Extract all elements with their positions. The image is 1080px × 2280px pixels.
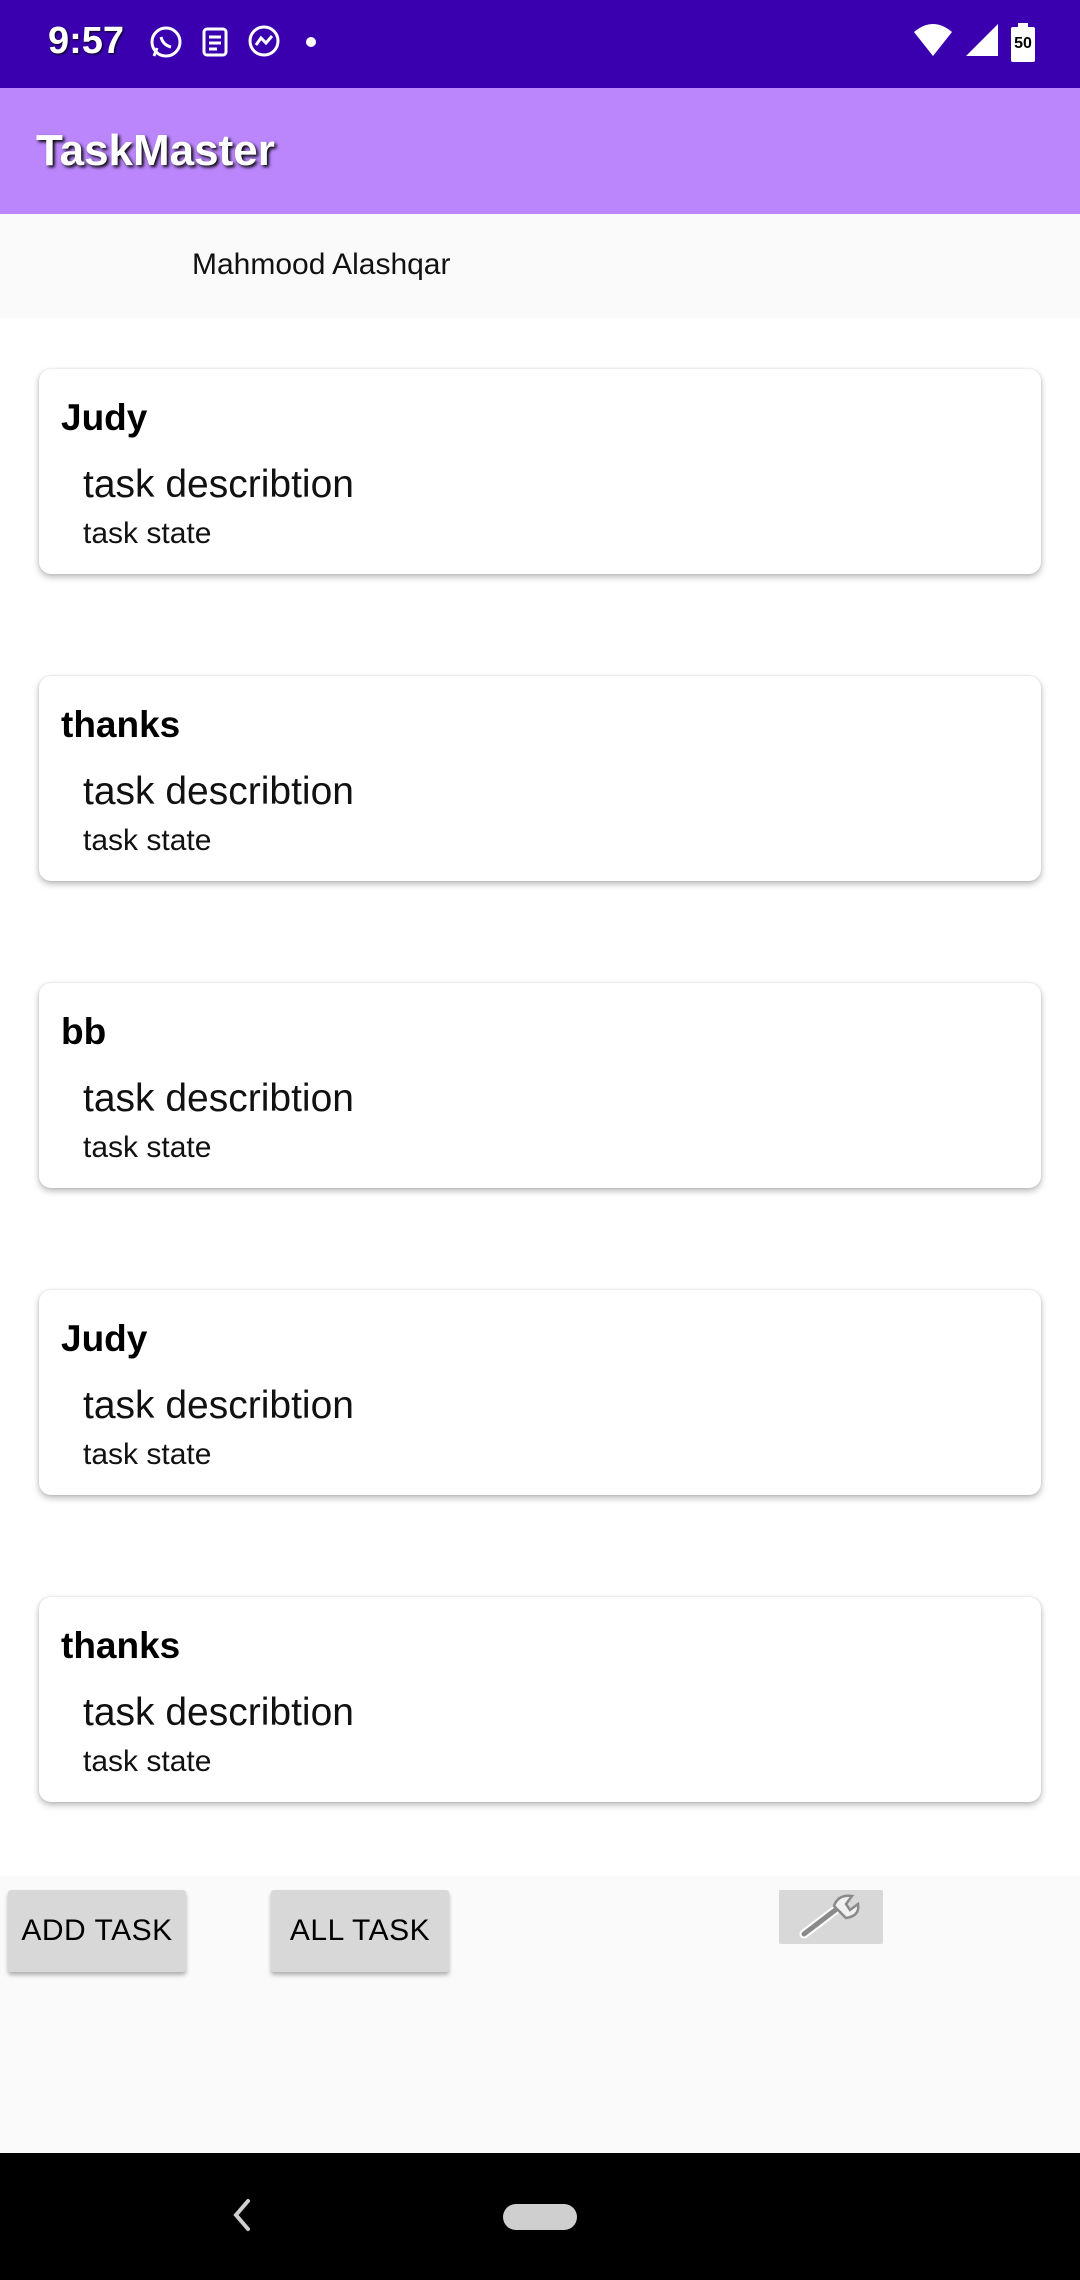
back-icon[interactable] <box>228 2195 254 2240</box>
task-state: task state <box>83 1745 212 1778</box>
system-icons: 50 <box>912 22 1036 63</box>
task-state: task state <box>83 517 212 550</box>
user-strip: Mahmood Alashqar <box>0 214 1080 318</box>
home-pill-icon[interactable] <box>503 2204 577 2230</box>
dot-icon <box>296 27 326 62</box>
app-bar: TaskMaster <box>0 88 1080 214</box>
wrench-icon <box>798 1892 864 1943</box>
task-title: thanks <box>61 704 181 745</box>
all-task-button[interactable]: ALL TASK <box>271 1890 449 1972</box>
task-card[interactable]: thanks task describtion task state <box>39 1597 1041 1802</box>
task-description: task describtion <box>83 1384 354 1427</box>
navigation-bar <box>0 2153 1080 2280</box>
bottom-actions: ADD TASK ALL TASK <box>0 1876 1080 2153</box>
task-title: bb <box>61 1011 107 1052</box>
settings-button[interactable] <box>779 1890 883 1944</box>
signal-icon <box>964 22 1000 63</box>
app-title: TaskMaster <box>36 126 275 175</box>
messenger-icon <box>246 24 282 65</box>
task-card[interactable]: thanks task describtion task state <box>39 676 1041 881</box>
news-icon <box>198 25 232 64</box>
task-state: task state <box>83 1131 212 1164</box>
task-description: task describtion <box>83 1077 354 1120</box>
notification-icons <box>148 24 326 65</box>
status-bar: 9:57 50 <box>0 0 1080 88</box>
add-task-button[interactable]: ADD TASK <box>8 1890 186 1972</box>
task-title: thanks <box>61 1625 181 1666</box>
task-description: task describtion <box>83 463 354 506</box>
whatsapp-icon <box>148 24 184 65</box>
task-card[interactable]: bb task describtion task state <box>39 983 1041 1188</box>
task-state: task state <box>83 1438 212 1471</box>
task-description: task describtion <box>83 1691 354 1734</box>
task-card[interactable]: Judy task describtion task state <box>39 1290 1041 1495</box>
battery-icon: 50 <box>1010 22 1036 63</box>
task-card[interactable]: Judy task describtion task state <box>39 369 1041 574</box>
status-time: 9:57 <box>48 20 125 62</box>
battery-level: 50 <box>1014 34 1032 52</box>
user-name: Mahmood Alashqar <box>192 248 451 281</box>
task-title: Judy <box>61 397 148 438</box>
wifi-icon <box>912 22 954 63</box>
task-title: Judy <box>61 1318 148 1359</box>
task-state: task state <box>83 824 212 857</box>
task-description: task describtion <box>83 770 354 813</box>
